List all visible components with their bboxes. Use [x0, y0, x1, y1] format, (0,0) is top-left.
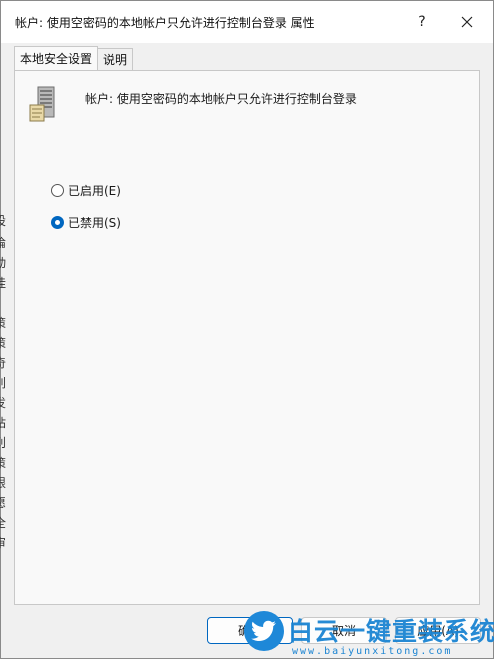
policy-name: 帐户: 使用空密码的本地帐户只允许进行控制台登录 [85, 92, 357, 106]
tab-local-security-setting[interactable]: 本地安全设置 [14, 46, 99, 70]
cancel-button[interactable]: 取消 [301, 617, 387, 644]
dialog-title: 帐户: 使用空密码的本地帐户只允许进行控制台登录 属性 [15, 16, 315, 30]
tab-strip: 本地安全设置 说明 [14, 46, 134, 70]
properties-dialog: 帐户: 使用空密码的本地帐户只允许进行控制台登录 属性 ? 本地安全设置 说明 … [0, 0, 494, 659]
option-enabled[interactable]: 已启用(E) [51, 182, 121, 199]
option-enabled-label: 已启用(E) [68, 184, 121, 198]
help-button[interactable]: ? [404, 7, 440, 37]
bg-text: 挂 [0, 276, 7, 290]
bg-text: 奇 [0, 356, 7, 370]
bg-text: 动 [0, 256, 7, 270]
bg-text: 站 [0, 416, 7, 430]
bg-text: 刈 [0, 436, 7, 450]
bg-text: 策 [0, 316, 7, 330]
close-icon [461, 16, 473, 28]
apply-button[interactable]: 应用(A) [395, 617, 481, 644]
server-policy-icon [29, 86, 55, 122]
bg-text: 全 [0, 516, 7, 530]
bg-text: 发 [0, 396, 7, 410]
bg-text: 设 [0, 214, 7, 228]
bg-text: 策 [0, 456, 7, 470]
option-disabled-label: 已禁用(S) [68, 216, 121, 230]
bg-text: I [0, 294, 8, 308]
tab-panel: 帐户: 使用空密码的本地帐户只允许进行控制台登录 已启用(E) 已禁用(S) [14, 70, 480, 605]
bg-text: 策 [0, 336, 7, 350]
title-bar[interactable]: 帐户: 使用空密码的本地帐户只允许进行控制台登录 属性 ? [1, 1, 493, 43]
option-disabled[interactable]: 已禁用(S) [51, 214, 121, 231]
tab-explain[interactable]: 说明 [97, 48, 134, 70]
radio-disabled[interactable] [51, 216, 64, 229]
close-button[interactable] [449, 7, 485, 37]
ok-button[interactable]: 确定 [207, 617, 293, 644]
bg-text: 愿 [0, 496, 7, 510]
radio-enabled[interactable] [51, 184, 64, 197]
bg-text: 倫 [0, 236, 7, 250]
bg-text: 刖 [0, 376, 7, 390]
help-label: ? [418, 14, 426, 30]
bg-text: 审 [0, 536, 7, 550]
bg-text: 限 [0, 476, 7, 490]
